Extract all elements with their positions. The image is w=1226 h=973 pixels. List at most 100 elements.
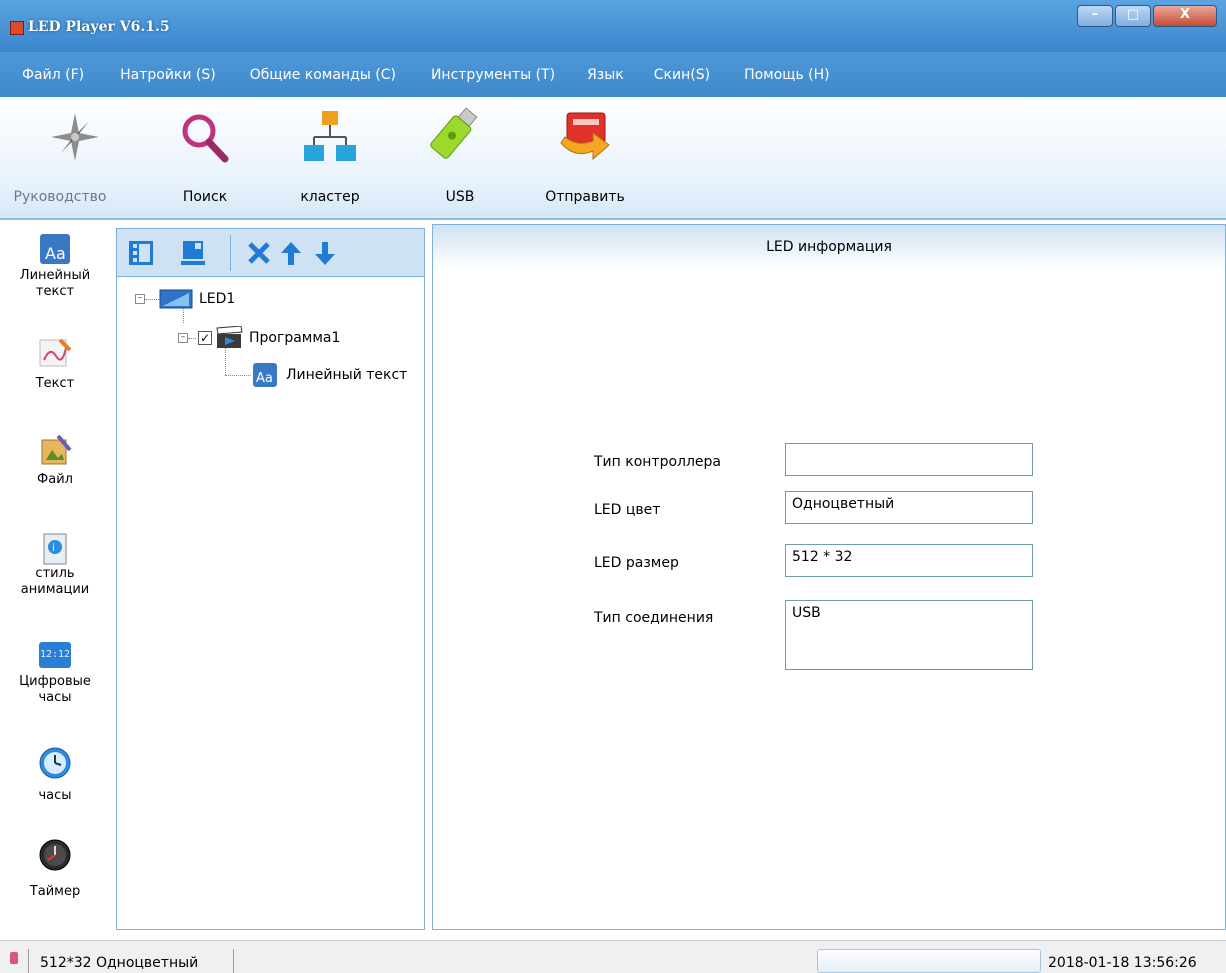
led-size-label: LED размер [594, 555, 679, 571]
led-color-label: LED цвет [594, 502, 661, 518]
usb-button[interactable]: USB [425, 107, 495, 205]
status-bar: 512*32 Одноцветный 2018-01-18 13:56:26 [0, 940, 1226, 973]
delete-icon[interactable] [245, 239, 273, 267]
minimize-icon: – [1091, 7, 1099, 22]
info-title: LED информация [766, 239, 892, 255]
svg-text:Aa: Aa [256, 371, 273, 386]
maximize-icon: □ [1126, 7, 1140, 22]
tree-line [188, 337, 196, 339]
usb-status-icon [10, 952, 18, 964]
palette-text[interactable]: Текст [0, 336, 110, 392]
controller-type-field[interactable] [785, 443, 1033, 476]
magnifier-icon [175, 107, 235, 167]
text-brush-icon [38, 336, 72, 370]
file-picture-icon [38, 434, 72, 468]
svg-text:Aa: Aa [45, 244, 66, 263]
guide-label: Руководство [13, 189, 107, 205]
timer-icon [38, 838, 72, 872]
tree-node-program[interactable]: – ✓ Программа1 [178, 326, 340, 350]
status-progress-bar [817, 949, 1041, 973]
menu-common-commands[interactable]: Общие команды (C) [250, 67, 396, 83]
led-screen-icon [159, 289, 193, 309]
status-separator [28, 949, 29, 973]
program-tree-panel: – LED1 – ✓ Программа1 Aa Линейный текст [116, 228, 425, 930]
line-text-icon: Aa [38, 232, 72, 266]
status-separator [233, 949, 234, 973]
window-title: LED Player V6.1.5 [28, 19, 170, 35]
palette-digital-clock[interactable]: 12:12 Цифровые часы [0, 642, 110, 706]
element-palette: Aa Линейный текст Текст Файл i стиль ани… [0, 222, 113, 938]
send-device-icon [555, 107, 615, 167]
guide-button[interactable]: Руководство [14, 107, 120, 205]
palette-animation-style[interactable]: i стиль анимации [0, 532, 110, 598]
cluster-button[interactable]: кластер [290, 107, 370, 205]
palette-line-text[interactable]: Aa Линейный текст [0, 232, 110, 300]
send-button[interactable]: Отправить [540, 107, 630, 205]
tree-node-led-label: LED1 [199, 291, 236, 307]
network-cluster-icon [300, 107, 360, 167]
window-controls: – □ X [1077, 5, 1219, 29]
app-logo-icon [10, 21, 24, 35]
palette-line-text-label-2: текст [35, 284, 75, 299]
palette-file[interactable]: Файл [0, 434, 110, 488]
collapse-toggle[interactable]: – [135, 294, 145, 304]
tree-node-program-label: Программа1 [249, 330, 341, 346]
add-area-icon[interactable] [179, 239, 207, 267]
collapse-toggle[interactable]: – [178, 333, 188, 343]
led-info-panel: LED информация Тип контроллера LED цвет … [432, 224, 1226, 930]
tree-node-led[interactable]: – LED1 [135, 288, 235, 310]
send-label: Отправить [545, 189, 625, 205]
search-label: Поиск [182, 189, 228, 205]
status-screen-info: 512*32 Одноцветный [40, 955, 199, 971]
connection-type-field[interactable]: USB [785, 600, 1033, 670]
palette-animation-style-label-1: стиль [35, 566, 75, 581]
menu-language[interactable]: Язык [587, 67, 624, 83]
menu-tools[interactable]: Инструменты (T) [431, 67, 555, 83]
maximize-button[interactable]: □ [1115, 5, 1151, 27]
close-icon: X [1179, 7, 1191, 22]
tree-node-line-text-label: Линейный текст [286, 367, 408, 383]
search-button[interactable]: Поиск [170, 107, 240, 205]
usb-label: USB [445, 189, 475, 205]
program-tree: – LED1 – ✓ Программа1 Aa Линейный текст [117, 278, 424, 929]
cluster-label: кластер [300, 189, 360, 205]
palette-animation-style-label-2: анимации [20, 582, 90, 597]
status-datetime: 2018-01-18 13:56:26 [1048, 955, 1197, 971]
compass-star-icon [45, 107, 105, 167]
program-checkbox[interactable]: ✓ [198, 331, 212, 345]
palette-timer[interactable]: Таймер [0, 838, 110, 900]
connection-type-label: Тип соединения [594, 610, 714, 626]
menu-help[interactable]: Помощь (H) [744, 67, 830, 83]
palette-clock-label: часы [38, 788, 72, 803]
info-header: LED информация [433, 225, 1225, 269]
main-toolbar: Руководство Поиск кластер USB Отправить [0, 97, 1226, 220]
palette-line-text-label-1: Линейный [19, 268, 91, 283]
move-up-icon[interactable] [277, 239, 305, 267]
minimize-button[interactable]: – [1077, 5, 1113, 27]
digital-clock-icon: 12:12 [39, 642, 71, 668]
menu-bar: Файл (F) Натройки (S) Общие команды (C) … [0, 52, 1226, 97]
tree-toolbar [117, 229, 424, 277]
move-down-icon[interactable] [311, 239, 339, 267]
close-button[interactable]: X [1153, 5, 1217, 27]
led-size-field[interactable]: 512 * 32 [785, 544, 1033, 577]
palette-clock[interactable]: часы [0, 746, 110, 804]
palette-digital-clock-label-1: Цифровые [19, 674, 91, 689]
led-color-field[interactable]: Одноцветный [785, 491, 1033, 524]
menu-skin[interactable]: Скин(S) [654, 67, 710, 83]
svg-text:i: i [52, 543, 55, 554]
usb-drive-icon [430, 107, 490, 167]
tree-node-line-text[interactable]: Aa Линейный текст [225, 362, 407, 388]
tree-line [225, 374, 251, 376]
menu-settings[interactable]: Натройки (S) [120, 67, 216, 83]
menu-file[interactable]: Файл (F) [22, 67, 84, 83]
tree-line [145, 298, 159, 300]
tree-toolbar-divider [230, 235, 231, 271]
palette-file-label: Файл [37, 472, 73, 487]
animation-style-icon: i [38, 532, 72, 566]
program-clapper-icon [216, 326, 243, 348]
add-program-icon[interactable] [127, 239, 155, 267]
line-text-icon: Aa [253, 363, 277, 387]
title-bar: LED Player V6.1.5 – □ X [0, 0, 1226, 52]
palette-text-label: Текст [35, 376, 75, 391]
